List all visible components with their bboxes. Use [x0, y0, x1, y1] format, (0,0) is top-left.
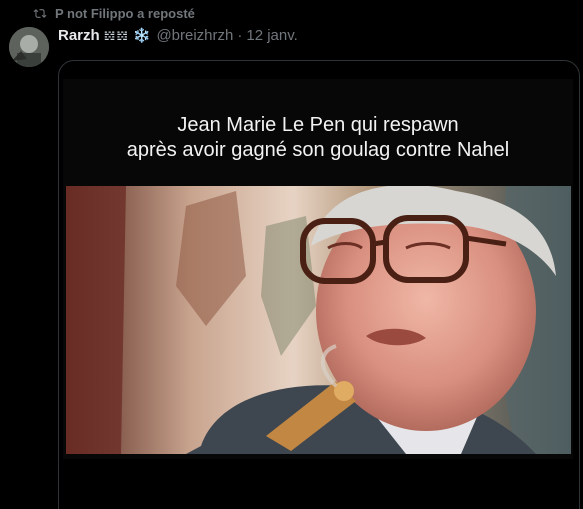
- tweet-header: Rarzh 𝍌𝍌 ❄️ @breizhrzh · 12 janv.: [58, 27, 298, 44]
- video-frame: Jean Marie Le Pen qui respawn après avoi…: [63, 79, 573, 459]
- user-handle[interactable]: @breizhrzh: [156, 27, 233, 44]
- separator-dot: ·: [237, 27, 243, 44]
- display-name[interactable]: Rarzh: [58, 27, 100, 44]
- video-player[interactable]: Jean Marie Le Pen qui respawn après avoi…: [58, 60, 580, 509]
- avatar[interactable]: [9, 27, 49, 67]
- snowflake-icon: ❄️: [133, 27, 151, 43]
- repost-icon: [33, 7, 47, 20]
- repost-text[interactable]: P not Filippo a reposté: [55, 6, 195, 21]
- repost-indicator[interactable]: P not Filippo a reposté: [33, 6, 195, 21]
- name-emoji: 𝍌𝍌: [103, 27, 129, 43]
- caption-line-2: après avoir gagné son goulag contre Nahe…: [126, 139, 510, 161]
- caption-line-1: Jean Marie Le Pen qui respawn: [177, 114, 459, 136]
- video-caption: Jean Marie Le Pen qui respawn après avoi…: [63, 113, 573, 163]
- tweet[interactable]: P not Filippo a reposté Rarzh 𝍌𝍌 ❄️ @bre…: [0, 0, 583, 509]
- tweet-date[interactable]: 12 janv.: [246, 27, 297, 44]
- video-still: [66, 186, 571, 454]
